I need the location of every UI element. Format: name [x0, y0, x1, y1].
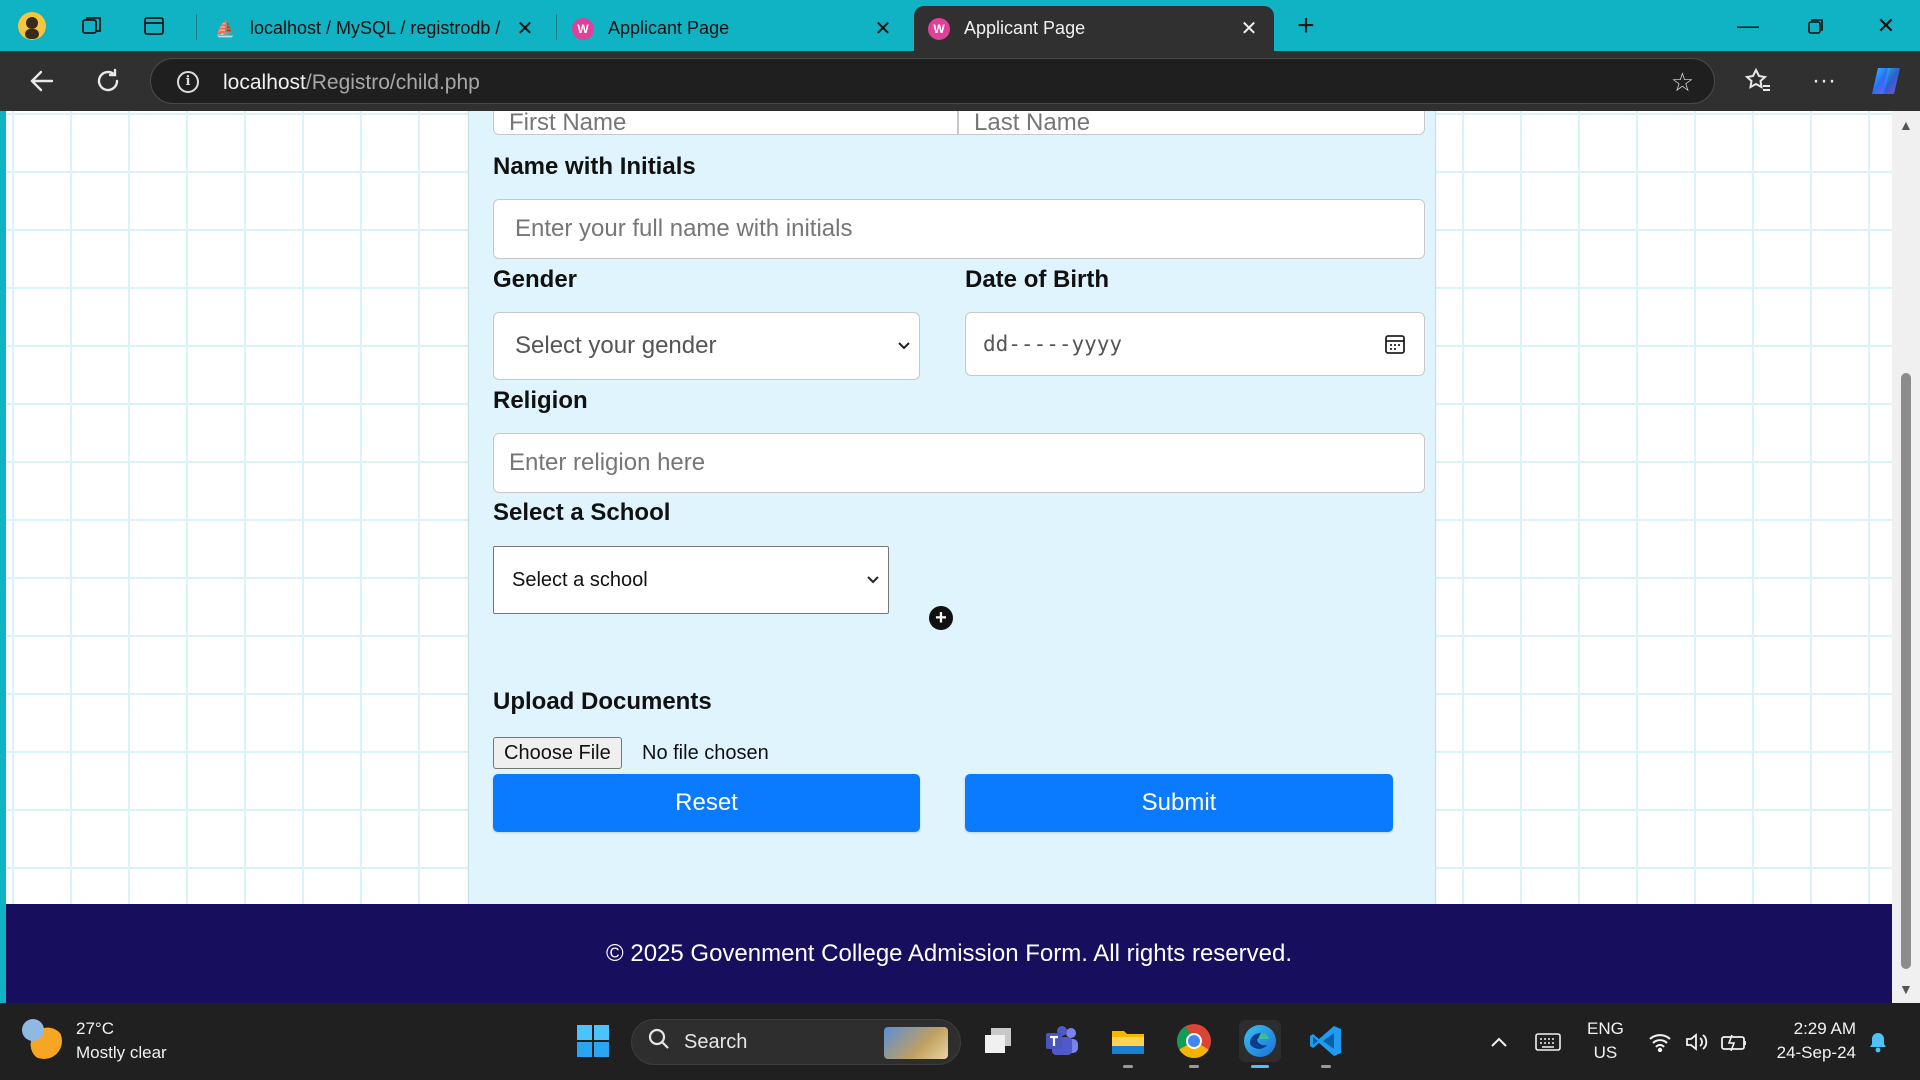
language-indicator[interactable]: ENG US [1587, 1017, 1624, 1065]
active-app-indicator [1251, 1065, 1269, 1068]
browser-tab-bar: ⛵ localhost / MySQL / registrodb / c ✕ W… [0, 0, 1920, 51]
browser-toolbar: i localhost/Registro/child.php ☆ ··· [0, 51, 1920, 111]
minimize-button[interactable]: — [1720, 6, 1776, 46]
tab-title: Applicant Page [608, 18, 730, 38]
back-arrow-icon[interactable] [24, 63, 60, 99]
chrome-icon[interactable] [1173, 1020, 1215, 1068]
dob-placeholder: dd-----yyyy [983, 332, 1123, 356]
scrollbar-thumb[interactable] [1901, 373, 1911, 969]
edge-icon[interactable] [1239, 1020, 1281, 1068]
applicant-form: First Name Last Name Name with Initials … [468, 111, 1436, 941]
taskbar-search[interactable]: Search [631, 1019, 961, 1065]
upload-documents-label: Upload Documents [493, 688, 712, 715]
windows-start-icon[interactable] [572, 1020, 614, 1062]
scroll-up-icon[interactable]: ▲ [1899, 117, 1913, 133]
clock-time: 2:29 AM [1793, 1019, 1856, 1038]
tray-chevron-up-icon[interactable] [1490, 1003, 1508, 1080]
copilot-icon[interactable] [1868, 63, 1904, 99]
favorites-icon[interactable] [1740, 63, 1776, 99]
search-icon [648, 1028, 670, 1056]
school-label: Select a School [493, 499, 671, 526]
school-selected-value: Select a school [512, 568, 648, 591]
new-tab-button[interactable]: + [1290, 9, 1322, 42]
page-viewport: First Name Last Name Name with Initials … [6, 111, 1892, 1003]
chevron-down-icon [897, 338, 911, 354]
chevron-down-icon [866, 572, 880, 588]
teams-icon[interactable] [1041, 1020, 1083, 1062]
last-name-input[interactable]: Last Name [958, 111, 1425, 136]
choose-file-button[interactable]: Choose File [493, 737, 622, 769]
scroll-down-icon[interactable]: ▼ [1899, 981, 1913, 997]
webpage-icon: W [928, 17, 950, 40]
task-view-icon[interactable] [977, 1020, 1019, 1062]
gender-label: Gender [493, 266, 578, 293]
webpage-icon: W [572, 17, 594, 40]
tab-applicant-page-active[interactable]: W Applicant Page ✕ [914, 6, 1274, 51]
first-name-input[interactable]: First Name [493, 111, 958, 136]
keyboard-icon[interactable] [1535, 1003, 1561, 1080]
file-explorer-icon[interactable] [1107, 1020, 1149, 1068]
file-status-text: No file chosen [642, 742, 769, 764]
gender-selected-value: Select your gender [515, 332, 717, 359]
weather-moon-icon [22, 1019, 62, 1059]
close-icon[interactable]: ✕ [1238, 16, 1260, 41]
profile-avatar-icon[interactable] [16, 10, 48, 42]
tab-separator [196, 14, 197, 40]
tab-title: localhost / MySQL / registrodb / c [250, 18, 506, 38]
restore-button[interactable] [1788, 6, 1844, 46]
page-footer: © 2025 Govenment College Admission Form.… [6, 904, 1892, 1003]
weather-temp: 27°C [76, 1019, 114, 1038]
favorite-star-icon[interactable]: ☆ [1671, 67, 1694, 98]
search-highlight-image [884, 1027, 948, 1059]
weather-desc: Mostly clear [76, 1043, 167, 1062]
tab-actions-icon[interactable] [138, 10, 170, 42]
tab-separator [556, 14, 557, 40]
tab-phpmyadmin[interactable]: ⛵ localhost / MySQL / registrodb / c ✕ [200, 6, 550, 51]
search-label: Search [684, 1030, 748, 1053]
close-window-button[interactable]: ✕ [1858, 6, 1914, 46]
battery-icon[interactable] [1720, 1003, 1748, 1080]
url-text: localhost/Registro/child.php [223, 71, 480, 94]
workspaces-icon[interactable] [76, 10, 108, 42]
running-indicator [1321, 1065, 1331, 1068]
site-info-icon[interactable]: i [177, 71, 199, 93]
dob-input[interactable]: dd-----yyyy [965, 312, 1425, 376]
taskbar-clock[interactable]: 2:29 AM 24-Sep-24 [1777, 1017, 1856, 1065]
reset-button[interactable]: Reset [493, 774, 920, 832]
address-bar[interactable]: i localhost/Registro/child.php ☆ [150, 58, 1715, 104]
footer-copyright: © 2025 Govenment College Admission Form.… [606, 939, 1292, 967]
close-icon[interactable]: ✕ [872, 16, 894, 41]
vscode-icon[interactable] [1305, 1020, 1347, 1068]
gender-select[interactable]: Select your gender [493, 312, 920, 380]
wifi-icon[interactable] [1648, 1003, 1672, 1080]
tab-title: Applicant Page [964, 18, 1086, 38]
page-scrollbar[interactable]: ▲ ▼ [1892, 111, 1920, 1003]
submit-button[interactable]: Submit [965, 774, 1393, 832]
close-icon[interactable]: ✕ [514, 16, 536, 41]
weather-widget[interactable]: 27°C Mostly clear [22, 1017, 167, 1065]
running-indicator [1123, 1065, 1133, 1068]
religion-label: Religion [493, 387, 588, 414]
name-initials-label: Name with Initials [493, 153, 696, 180]
religion-input[interactable]: Enter religion here [493, 433, 1425, 493]
phpmyadmin-icon: ⛵ [215, 20, 235, 38]
windows-taskbar: 27°C Mostly clear Search ENG US 2:29 AM … [0, 1003, 1920, 1080]
language-code: ENG [1587, 1019, 1624, 1038]
name-initials-input[interactable]: Enter your full name with initials [493, 199, 1425, 259]
clock-date: 24-Sep-24 [1776, 1043, 1856, 1062]
calendar-icon[interactable] [1384, 333, 1406, 360]
dob-label: Date of Birth [965, 266, 1109, 293]
notification-bell-icon[interactable] [1868, 1003, 1888, 1080]
refresh-icon[interactable] [90, 63, 126, 99]
add-school-plus-icon[interactable]: + [929, 606, 953, 630]
tab-applicant-page[interactable]: W Applicant Page ✕ [558, 6, 908, 51]
school-select[interactable]: Select a school [493, 546, 889, 614]
language-region: US [1593, 1043, 1618, 1062]
more-options-icon[interactable]: ··· [1806, 63, 1842, 99]
running-indicator [1189, 1065, 1199, 1068]
volume-icon[interactable] [1684, 1003, 1708, 1080]
